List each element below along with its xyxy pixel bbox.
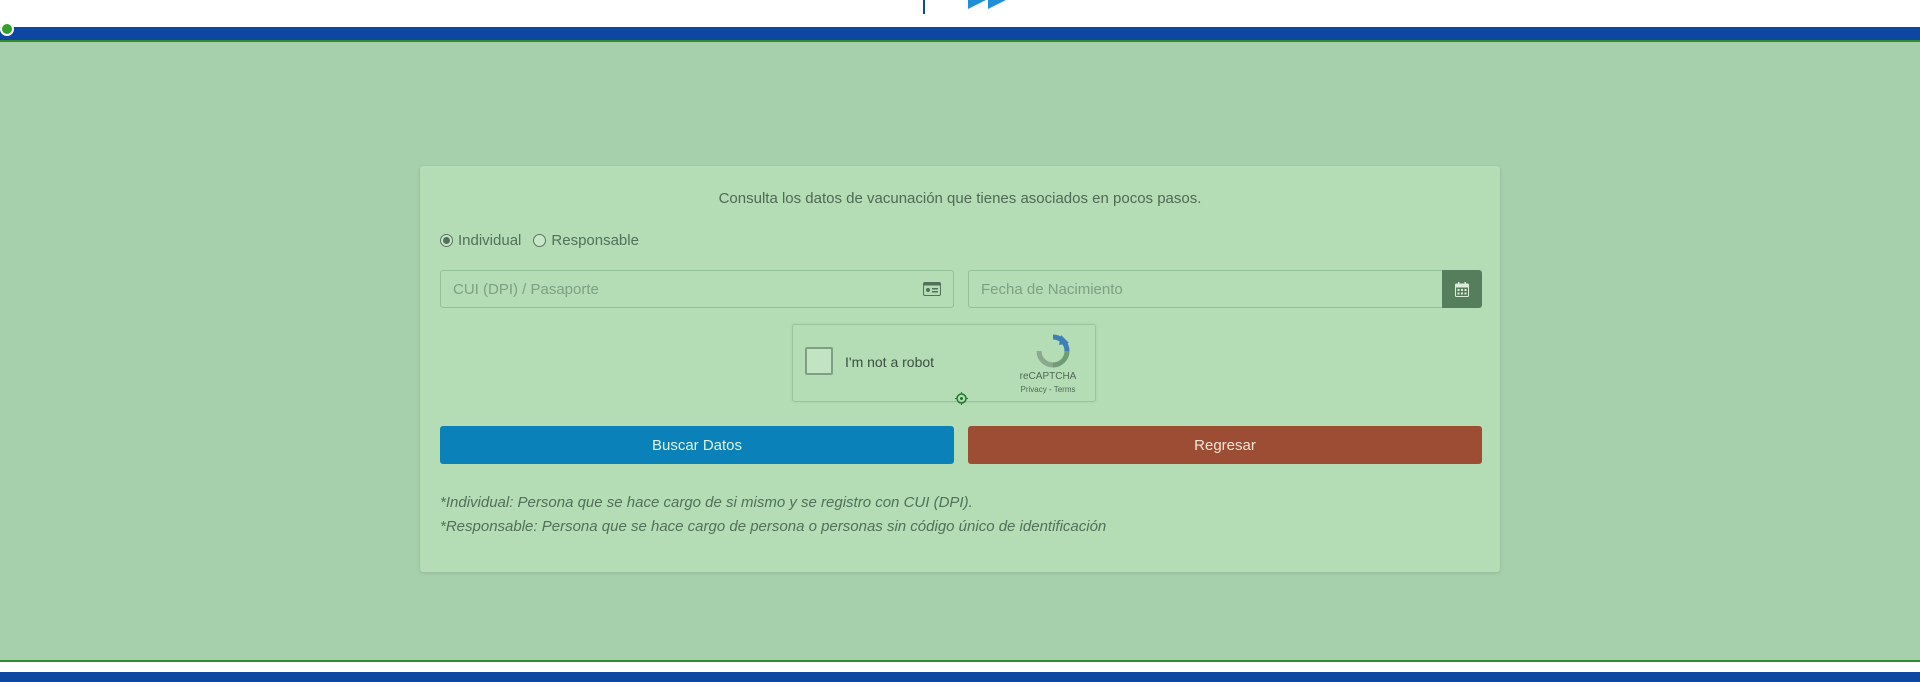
birthdate-field	[968, 270, 1442, 308]
birthdate-input[interactable]	[969, 271, 1442, 307]
play-triangles-logo-icon	[968, 0, 1006, 9]
person-type-radio-group: Individual Responsable	[440, 232, 639, 249]
back-button[interactable]: Regresar	[968, 426, 1482, 464]
vaccination-form-card: Consulta los datos de vacunación que tie…	[420, 166, 1500, 572]
header-top	[0, 0, 1920, 27]
form-notes: *Individual: Persona que se hace cargo d…	[440, 491, 1106, 539]
crosshair-handle-icon	[955, 392, 968, 405]
cui-input[interactable]	[441, 271, 953, 307]
radio-individual[interactable]: Individual	[440, 232, 521, 249]
header-bar	[0, 27, 1920, 40]
radio-responsable-label: Responsable	[551, 232, 639, 249]
form-intro: Consulta los datos de vacunación que tie…	[718, 190, 1202, 207]
page-overlay: Consulta los datos de vacunación que tie…	[0, 40, 1920, 662]
radio-responsable-control[interactable]	[533, 234, 547, 247]
recaptcha-widget: I'm not a robot reCAPTCHA Privacy - Term…	[792, 324, 1096, 402]
logo-divider	[923, 0, 925, 14]
note-responsable: *Responsable: Persona que se hace cargo …	[440, 518, 1107, 535]
calendar-button[interactable]	[1442, 270, 1482, 308]
cui-field	[440, 270, 954, 308]
footer-bar	[0, 672, 1920, 682]
note-individual: *Individual: Persona que se hace cargo d…	[440, 494, 973, 511]
recaptcha-links[interactable]: Privacy - Terms	[1013, 385, 1083, 394]
recaptcha-checkbox[interactable]	[805, 347, 833, 375]
search-button[interactable]: Buscar Datos	[440, 426, 954, 464]
overlay-handle-icon[interactable]	[0, 22, 14, 36]
recaptcha-logo-icon	[1036, 334, 1070, 368]
calendar-icon	[1455, 281, 1469, 297]
radio-responsable[interactable]: Responsable	[533, 232, 639, 249]
recaptcha-label: I'm not a robot	[845, 354, 935, 370]
radio-individual-control[interactable]	[440, 234, 453, 247]
radio-individual-label: Individual	[458, 232, 522, 249]
id-card-icon	[923, 282, 941, 296]
recaptcha-brand: reCAPTCHA	[1019, 371, 1077, 382]
